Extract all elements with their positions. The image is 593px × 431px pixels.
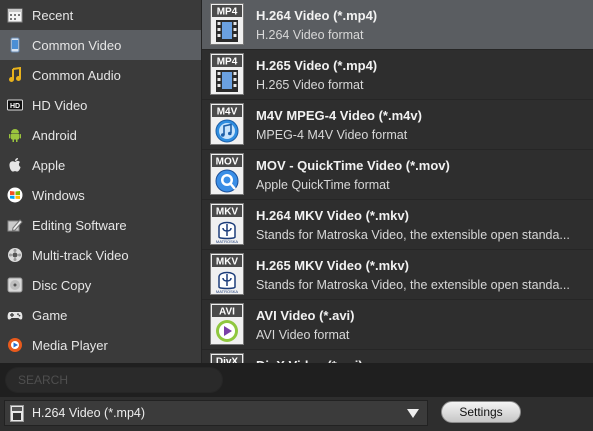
sidebar-item-windows[interactable]: Windows	[0, 180, 201, 210]
search-input[interactable]	[5, 367, 223, 393]
sidebar-item-apple[interactable]: Apple	[0, 150, 201, 180]
format-item[interactable]: AVI AVI Video (*.avi) AVI Video format	[202, 300, 593, 350]
quicktime-icon: MOV	[210, 153, 244, 195]
profile-dropdown[interactable]: H.264 Video (*.mp4)	[4, 400, 428, 426]
format-item[interactable]: MKV MATROSKA H.264 MKV Video (*.mkv) Stands…	[202, 200, 593, 250]
search-bar	[0, 363, 593, 397]
sidebar-item-label: Multi-track Video	[32, 247, 129, 263]
svg-text:MKV: MKV	[216, 257, 239, 268]
play-disc-icon: AVI	[210, 303, 244, 345]
android-icon	[7, 127, 23, 143]
format-description: H.265 Video format	[256, 78, 364, 92]
svg-text:MATROSKA: MATROSKA	[216, 239, 238, 244]
sidebar-item-label: Android	[32, 127, 77, 143]
svg-text:AVI: AVI	[219, 307, 235, 318]
calendar-icon	[7, 7, 23, 23]
format-item[interactable]: MP4 H.265 Video (*.mp4) H.265 Video format	[202, 50, 593, 100]
sidebar-item-editing-software[interactable]: Editing Software	[0, 210, 201, 240]
format-list: MP4 H.264 Video (*.mp4) H.264 Video format…	[202, 0, 593, 363]
sidebar-item-multi-track-video[interactable]: Multi-track Video	[0, 240, 201, 270]
svg-text:MP4: MP4	[217, 7, 238, 18]
sidebar-item-label: Windows	[32, 187, 85, 203]
itunes-icon: M4V	[210, 103, 244, 145]
disc-icon	[7, 277, 23, 293]
sidebar-item-common-audio[interactable]: Common Audio	[0, 60, 201, 90]
matroska-icon: MKV MATROSKA	[210, 253, 244, 295]
format-description: Stands for Matroska Video, the extensibl…	[256, 228, 570, 242]
sidebar-item-label: Common Video	[32, 37, 122, 53]
divx-icon: DivX	[210, 353, 244, 363]
windows-icon	[7, 187, 23, 203]
matroska-icon: MKV MATROSKA	[210, 203, 244, 245]
sidebar-item-recent[interactable]: Recent	[0, 0, 201, 30]
sidebar-item-label: Apple	[32, 157, 66, 173]
format-item[interactable]: MP4 H.264 Video (*.mp4) H.264 Video format	[202, 0, 593, 50]
format-description: AVI Video format	[256, 328, 350, 342]
svg-text:MATROSKA: MATROSKA	[216, 289, 238, 294]
format-title: MOV - QuickTime Video (*.mov)	[256, 158, 450, 173]
format-description: H.264 Video format	[256, 28, 364, 42]
profile-selected-label: H.264 Video (*.mp4)	[32, 406, 146, 420]
format-item[interactable]: DivXDivX Video (*.avi)	[202, 350, 593, 363]
sidebar-item-label: Editing Software	[32, 217, 127, 233]
svg-text:MP4: MP4	[217, 57, 238, 68]
format-description: Apple QuickTime format	[256, 178, 390, 192]
svg-text:MOV: MOV	[216, 157, 239, 168]
film-icon: MP4	[210, 3, 244, 45]
format-title: AVI Video (*.avi)	[256, 308, 355, 323]
format-description: MPEG-4 M4V Video format	[256, 128, 408, 142]
sidebar-item-common-video[interactable]: Common Video	[0, 30, 201, 60]
sidebar-item-label: Disc Copy	[32, 277, 92, 293]
sidebar-item-media-player[interactable]: Media Player	[0, 330, 201, 360]
mp4-file-icon	[10, 405, 24, 422]
category-sidebar: Recent Common Video Common Audio HD HD Video…	[0, 0, 201, 363]
sidebar-item-android[interactable]: Android	[0, 120, 201, 150]
sidebar-item-label: HD Video	[32, 97, 88, 113]
format-title: H.264 MKV Video (*.mkv)	[256, 208, 409, 223]
svg-text:MKV: MKV	[216, 207, 239, 218]
sidebar-item-label: Game	[32, 307, 68, 323]
format-item[interactable]: M4V M4V MPEG-4 Video (*.m4v) MPEG-4 M4V Vi…	[202, 100, 593, 150]
format-title: H.264 Video (*.mp4)	[256, 8, 378, 23]
multitrack-icon	[7, 247, 23, 263]
bottom-bar: H.264 Video (*.mp4) Settings	[0, 397, 593, 431]
format-item[interactable]: MOV MOV - QuickTime Video (*.mov) Apple Qu…	[202, 150, 593, 200]
dropdown-arrow-icon[interactable]	[407, 409, 419, 418]
hd-icon: HD	[7, 97, 23, 113]
film-icon: MP4	[210, 53, 244, 95]
music-note-icon	[7, 67, 23, 83]
edit-icon	[7, 217, 23, 233]
format-title: H.265 MKV Video (*.mkv)	[256, 258, 409, 273]
apple-icon	[7, 157, 23, 173]
sidebar-item-label: Common Audio	[32, 67, 121, 83]
svg-text:HD: HD	[10, 103, 20, 110]
format-description: Stands for Matroska Video, the extensibl…	[256, 278, 570, 292]
settings-button[interactable]: Settings	[441, 401, 521, 423]
sidebar-item-label: Media Player	[32, 337, 108, 353]
media-player-icon	[7, 337, 23, 353]
format-title: M4V MPEG-4 Video (*.m4v)	[256, 108, 422, 123]
sidebar-item-hd-video[interactable]: HD HD Video	[0, 90, 201, 120]
sidebar-item-label: Recent	[32, 7, 74, 23]
gamepad-icon	[7, 307, 23, 323]
svg-text:M4V: M4V	[217, 107, 238, 118]
sidebar-item-disc-copy[interactable]: Disc Copy	[0, 270, 201, 300]
sidebar-item-game[interactable]: Game	[0, 300, 201, 330]
format-item[interactable]: MKV MATROSKA H.265 MKV Video (*.mkv) Stands…	[202, 250, 593, 300]
phone-icon	[7, 37, 23, 53]
format-title: H.265 Video (*.mp4)	[256, 58, 378, 73]
